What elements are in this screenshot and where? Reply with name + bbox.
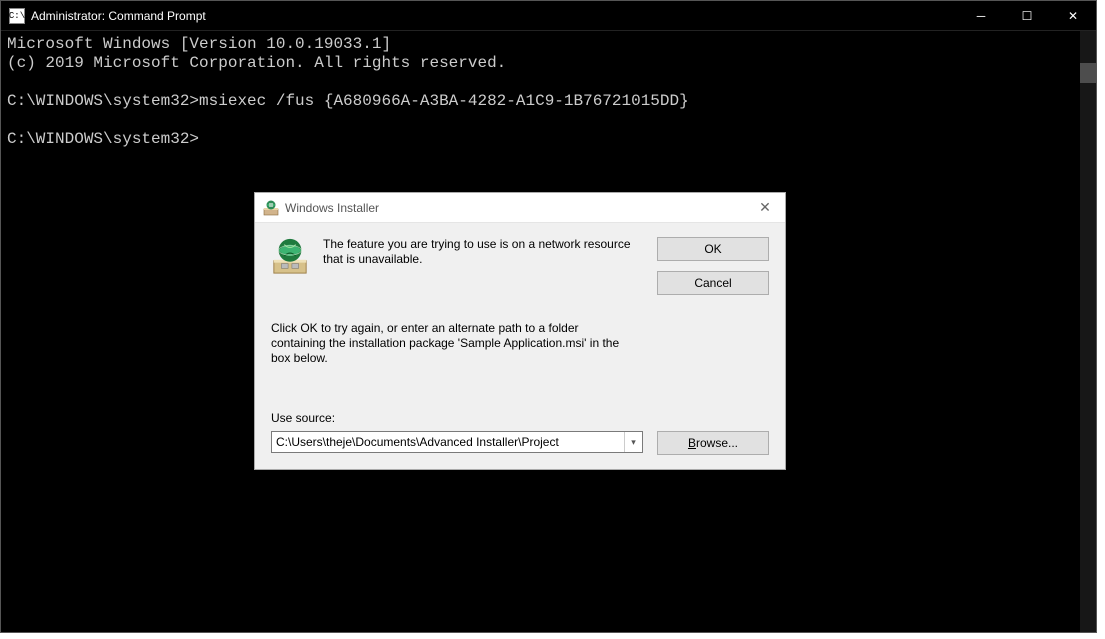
ok-button[interactable]: OK: [657, 237, 769, 261]
close-button[interactable]: ✕: [1050, 1, 1096, 31]
dialog-close-button[interactable]: ✕: [745, 193, 785, 223]
cmd-scrollbar-track[interactable]: [1080, 31, 1096, 632]
cmd-window-title: Administrator: Command Prompt: [31, 9, 206, 23]
cmd-line: (c) 2019 Microsoft Corporation. All righ…: [7, 54, 506, 72]
installer-globe-icon: [271, 237, 309, 275]
dialog-title: Windows Installer: [285, 201, 379, 215]
cmd-line: Microsoft Windows [Version 10.0.19033.1]: [7, 35, 391, 53]
dialog-instructions: Click OK to try again, or enter an alter…: [271, 321, 631, 366]
maximize-button[interactable]: ☐: [1004, 1, 1050, 31]
dialog-content: The feature you are trying to use is on …: [255, 223, 785, 469]
installer-app-icon: [263, 200, 279, 216]
dialog-message: The feature you are trying to use is on …: [323, 237, 651, 267]
cmd-line: C:\WINDOWS\system32>: [7, 130, 199, 148]
source-path-value: C:\Users\theje\Documents\Advanced Instal…: [272, 435, 624, 449]
use-source-label: Use source:: [271, 411, 335, 425]
source-path-combobox[interactable]: C:\Users\theje\Documents\Advanced Instal…: [271, 431, 643, 453]
browse-button[interactable]: Browse...: [657, 431, 769, 455]
cmd-scrollbar-thumb[interactable]: [1080, 63, 1096, 83]
minimize-button[interactable]: ─: [958, 1, 1004, 31]
cancel-button[interactable]: Cancel: [657, 271, 769, 295]
cmd-line: C:\WINDOWS\system32>msiexec /fus {A68096…: [7, 92, 689, 110]
cmd-app-icon: C:\: [9, 8, 25, 24]
chevron-down-icon[interactable]: ▾: [624, 432, 642, 452]
dialog-titlebar[interactable]: Windows Installer ✕: [255, 193, 785, 223]
windows-installer-dialog: Windows Installer ✕ The feature you are …: [254, 192, 786, 470]
cmd-titlebar[interactable]: C:\ Administrator: Command Prompt ─ ☐ ✕: [1, 1, 1096, 31]
